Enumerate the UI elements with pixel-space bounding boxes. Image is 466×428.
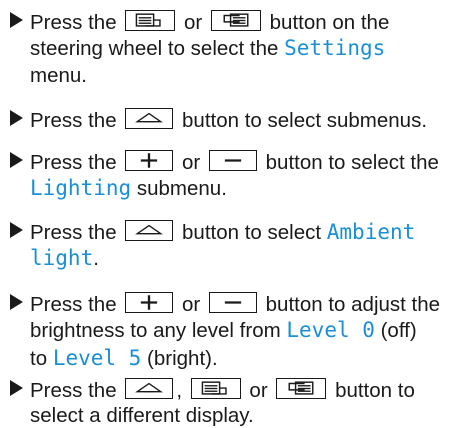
step-4-text-b: button to select: [182, 221, 322, 244]
settings-term: Settings: [284, 36, 386, 60]
ambient-term: Ambient: [326, 220, 416, 244]
bullet-triangle-icon: [10, 12, 23, 28]
step-5-text-c: button to adjust the: [265, 293, 441, 316]
submenu-up-icon: [135, 112, 164, 123]
step-2-line-1: Press the button to select submenus.: [30, 106, 428, 132]
display-forward-button[interactable]: [276, 378, 327, 399]
display-forward-icon: [288, 381, 314, 395]
step-2-text-a: Press the: [30, 109, 117, 132]
lighting-term: Lighting: [30, 176, 132, 200]
step-1-line-3: menu.: [30, 64, 87, 88]
step-3-text-b: or: [182, 151, 201, 174]
bullet-triangle-icon: [10, 152, 23, 168]
display-back-icon: [201, 381, 227, 395]
step-1-text-d: steering wheel to select the: [30, 37, 279, 60]
plus-icon: [141, 295, 158, 310]
plus-button[interactable]: [125, 292, 174, 313]
step-6-text-b: ,: [176, 379, 183, 402]
step-6-line-2: select a different display.: [30, 404, 254, 428]
plus-button[interactable]: [125, 150, 174, 171]
level-5-term: Level 5: [52, 346, 142, 370]
step-6-text-e: select a different display.: [30, 404, 254, 427]
minus-button[interactable]: [208, 150, 257, 171]
display-forward-button[interactable]: [210, 10, 261, 31]
step-4-text-a: Press the: [30, 221, 117, 244]
step-1-line-2: steering wheel to select the Settings: [30, 36, 385, 60]
step-5-line-2: brightness to any level from Level 0 (of…: [30, 318, 417, 342]
step-2-text-b: button to select submenus.: [182, 109, 428, 132]
submenu-up-button[interactable]: [125, 378, 174, 399]
light-term: light: [30, 246, 94, 270]
step-5-text-f: to: [30, 347, 48, 370]
bullet-triangle-icon: [10, 294, 23, 310]
display-back-button[interactable]: [125, 10, 176, 31]
step-6-text-c: or: [249, 379, 268, 402]
step-5-text-e: (off): [380, 319, 417, 342]
step-6-text-a: Press the: [30, 379, 117, 402]
step-1-text-a: Press the: [30, 11, 117, 34]
step-6-text-d: button to: [335, 379, 415, 402]
step-1-text-c: button on the: [269, 11, 390, 34]
submenu-up-button[interactable]: [125, 108, 174, 129]
step-5-line-1: Press the or button to adjust the: [30, 290, 441, 316]
step-4-line-2: light.: [30, 246, 99, 270]
bullet-triangle-icon: [10, 380, 23, 396]
step-5-line-3: to Level 5 (bright).: [30, 346, 218, 370]
bullet-triangle-icon: [10, 222, 23, 238]
minus-button[interactable]: [208, 292, 257, 313]
submenu-up-icon: [135, 224, 164, 235]
display-forward-icon: [223, 13, 249, 27]
step-5-text-d: brightness to any level from: [30, 319, 281, 342]
step-4-line-1: Press the button to select Ambient: [30, 218, 416, 244]
submenu-up-button[interactable]: [125, 220, 174, 241]
step-3-text-a: Press the: [30, 151, 117, 174]
minus-icon: [224, 301, 242, 304]
bullet-triangle-icon: [10, 110, 23, 126]
plus-icon: [141, 153, 158, 168]
display-back-icon: [136, 13, 161, 27]
submenu-up-icon: [135, 382, 164, 393]
step-3-text-c: button to select the: [265, 151, 439, 174]
step-3-line-2: Lighting submenu.: [30, 176, 227, 200]
step-3-line-1: Press the or button to select the: [30, 148, 439, 174]
step-1-text-e: menu.: [30, 64, 87, 87]
step-1-line-1: Press the or button on the: [30, 8, 390, 34]
minus-icon: [224, 159, 242, 162]
step-6-line-1: Press the , or button to: [30, 376, 415, 402]
step-3-text-d: submenu.: [136, 177, 227, 200]
display-back-button[interactable]: [190, 378, 241, 399]
step-5-text-g: (bright).: [147, 347, 218, 370]
instruction-page: { "steps": [ { "lines": [ {"a": "Press t…: [0, 0, 466, 427]
level-0-term: Level 0: [286, 318, 375, 342]
step-5-text-b: or: [182, 293, 201, 316]
step-1-text-b: or: [184, 11, 203, 34]
step-4-text-d: .: [93, 247, 99, 270]
step-5-text-a: Press the: [30, 293, 117, 316]
